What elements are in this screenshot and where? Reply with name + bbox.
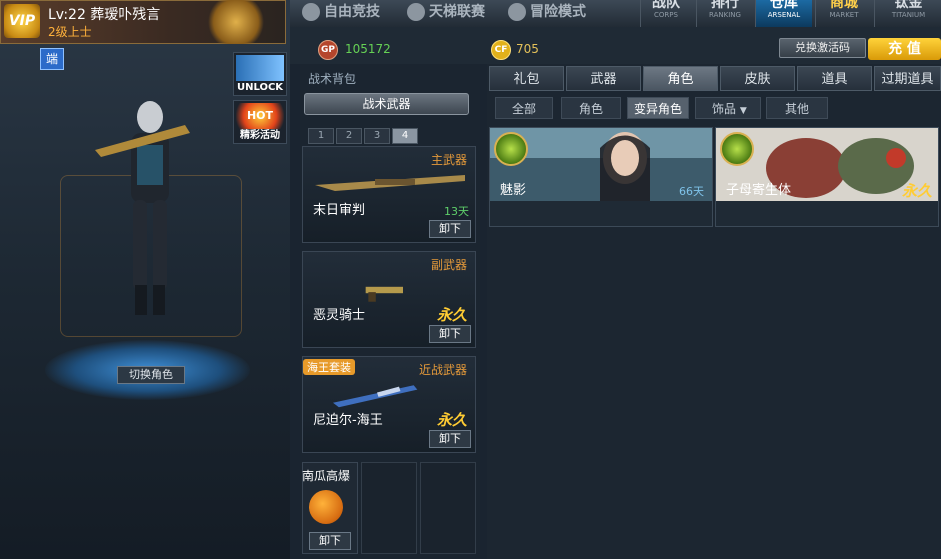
primary-weapon-image xyxy=(315,175,465,191)
loadout-slot-tab[interactable]: 3 xyxy=(364,128,390,144)
unlock-label: UNLOCK xyxy=(236,82,284,93)
nav-sublabel: TITANIUM xyxy=(891,11,926,19)
rank-emblem-icon xyxy=(206,0,266,44)
subtab-all[interactable]: 全部 xyxy=(495,97,553,119)
pumpkin-grenade-icon xyxy=(309,490,343,524)
nav-label: 战队 xyxy=(652,0,680,11)
weapon-category: 副武器 xyxy=(430,258,467,272)
nav-label: 排行 xyxy=(711,0,739,11)
weapon-name: 尼迫尔-海王 xyxy=(313,413,383,428)
chevron-down-icon: ▼ xyxy=(739,106,747,116)
client-badge-icon[interactable]: 端 xyxy=(40,48,64,70)
mode-tab-free-battle[interactable]: 自由竞技 xyxy=(302,0,380,25)
empty-grenade-slot[interactable] xyxy=(361,462,417,554)
rifle-icon xyxy=(236,55,284,81)
mode-label: 天梯联赛 xyxy=(429,4,485,20)
melee-weapon-image xyxy=(333,385,418,408)
mode-tab-adventure[interactable]: 冒险模式 xyxy=(508,0,586,25)
empty-grenade-slot[interactable] xyxy=(420,462,476,554)
recharge-button[interactable]: 充 值 xyxy=(868,38,941,60)
mode-tab-ladder[interactable]: 天梯联赛 xyxy=(407,0,485,25)
secondary-weapon-card[interactable]: 副武器 恶灵骑士 永久 卸下 xyxy=(302,251,476,348)
unlock-promo-button[interactable]: UNLOCK xyxy=(233,52,287,96)
gp-balance: 105172 xyxy=(345,42,391,56)
switch-role-button[interactable]: 切换角色 xyxy=(117,366,185,384)
mutant-skull-badge-icon xyxy=(720,132,754,166)
unequip-button[interactable]: 卸下 xyxy=(429,325,471,343)
nav-label: 钛金 xyxy=(894,0,923,11)
item-card[interactable]: 魅影 66天 xyxy=(489,127,713,227)
nav-corps[interactable]: 战队 CORPS xyxy=(640,0,691,27)
item-name: 子母寄生体 xyxy=(726,183,792,198)
cf-coin-icon: CF xyxy=(491,40,511,60)
subtab-mutant-roles[interactable]: 变异角色 xyxy=(627,97,689,119)
nav-ranking[interactable]: 排行 RANKING xyxy=(696,0,753,27)
unequip-button[interactable]: 卸下 xyxy=(429,220,471,238)
crosshair-icon xyxy=(302,3,320,21)
redeem-code-button[interactable]: 兑换激活码 xyxy=(779,38,866,58)
loadout-slot-tab[interactable]: 2 xyxy=(336,128,362,144)
tab-characters[interactable]: 角色 xyxy=(643,66,718,91)
mutant-skull-badge-icon xyxy=(494,132,528,166)
nav-sublabel: MARKET xyxy=(829,11,859,19)
subtab-accessories[interactable]: 饰品 ▼ xyxy=(695,97,761,119)
nav-market[interactable]: 商城 MARKET xyxy=(815,0,872,27)
nav-titanium[interactable]: 钛金 TITANIUM xyxy=(874,0,941,27)
character-model xyxy=(95,101,190,315)
subtab-other[interactable]: 其他 xyxy=(766,97,828,119)
weapon-duration: 永久 xyxy=(436,411,467,429)
weapon-name: 恶灵骑士 xyxy=(313,308,366,323)
unequip-button[interactable]: 卸下 xyxy=(309,532,351,550)
tab-items[interactable]: 道具 xyxy=(797,66,872,91)
player-rank: 2级上士 xyxy=(48,25,92,39)
grenade-name: 南瓜高爆 xyxy=(302,469,351,483)
tab-weapons[interactable]: 武器 xyxy=(566,66,641,91)
weapon-category: 近战武器 xyxy=(418,363,467,377)
loadout-slot-tab[interactable]: 1 xyxy=(308,128,334,144)
primary-weapon-card[interactable]: 主武器 末日审判 13天 卸下 xyxy=(302,146,476,243)
gp-coin-icon: GP xyxy=(318,40,338,60)
skull-icon xyxy=(508,3,526,21)
tab-skins[interactable]: 皮肤 xyxy=(720,66,795,91)
weapon-duration: 13天 xyxy=(444,205,469,218)
mode-label: 自由竞技 xyxy=(324,4,380,20)
vip-badge: VIP xyxy=(4,4,40,38)
events-promo-button[interactable]: HOT 精彩活动 xyxy=(233,100,287,144)
player-name: Lv:22 葬瑷卟残言 xyxy=(48,7,161,23)
set-tag: 海王套装 xyxy=(303,359,355,375)
events-label: 精彩活动 xyxy=(240,130,280,141)
nav-sublabel: CORPS xyxy=(654,11,678,19)
tab-expired-items[interactable]: 过期道具 xyxy=(874,66,941,91)
secondary-weapon-image xyxy=(365,286,403,302)
mode-label: 冒险模式 xyxy=(530,4,586,20)
nav-arsenal[interactable]: 仓库 ARSENAL xyxy=(755,0,812,27)
cf-balance: 705 xyxy=(516,42,539,56)
item-name: 魅影 xyxy=(500,183,527,198)
weapon-category: 主武器 xyxy=(430,153,467,167)
melee-weapon-card[interactable]: 海王套装 近战武器 尼迫尔-海王 永久 卸下 xyxy=(302,356,476,453)
hot-fire-icon: HOT xyxy=(236,103,284,129)
weapon-name: 末日审判 xyxy=(313,203,366,218)
subtab-roles[interactable]: 角色 xyxy=(561,97,621,119)
ladder-icon xyxy=(407,3,425,21)
nav-sublabel: ARSENAL xyxy=(767,11,801,19)
nav-sublabel: RANKING xyxy=(709,11,741,19)
tactical-weapon-button[interactable]: 战术武器 xyxy=(304,93,469,115)
item-duration: 66天 xyxy=(679,185,704,198)
weapon-duration: 永久 xyxy=(436,306,467,324)
loadout-slot-tab-active[interactable]: 4 xyxy=(392,128,418,144)
subtab-label: 饰品 xyxy=(712,102,737,116)
item-duration: 永久 xyxy=(901,182,932,200)
tab-packs[interactable]: 礼包 xyxy=(489,66,564,91)
unequip-button[interactable]: 卸下 xyxy=(429,430,471,448)
backpack-title: 战术背包 xyxy=(308,72,357,86)
nav-label: 商城 xyxy=(830,0,858,11)
nav-label: 仓库 xyxy=(770,0,798,11)
item-card[interactable]: 子母寄生体 永久 xyxy=(715,127,939,227)
